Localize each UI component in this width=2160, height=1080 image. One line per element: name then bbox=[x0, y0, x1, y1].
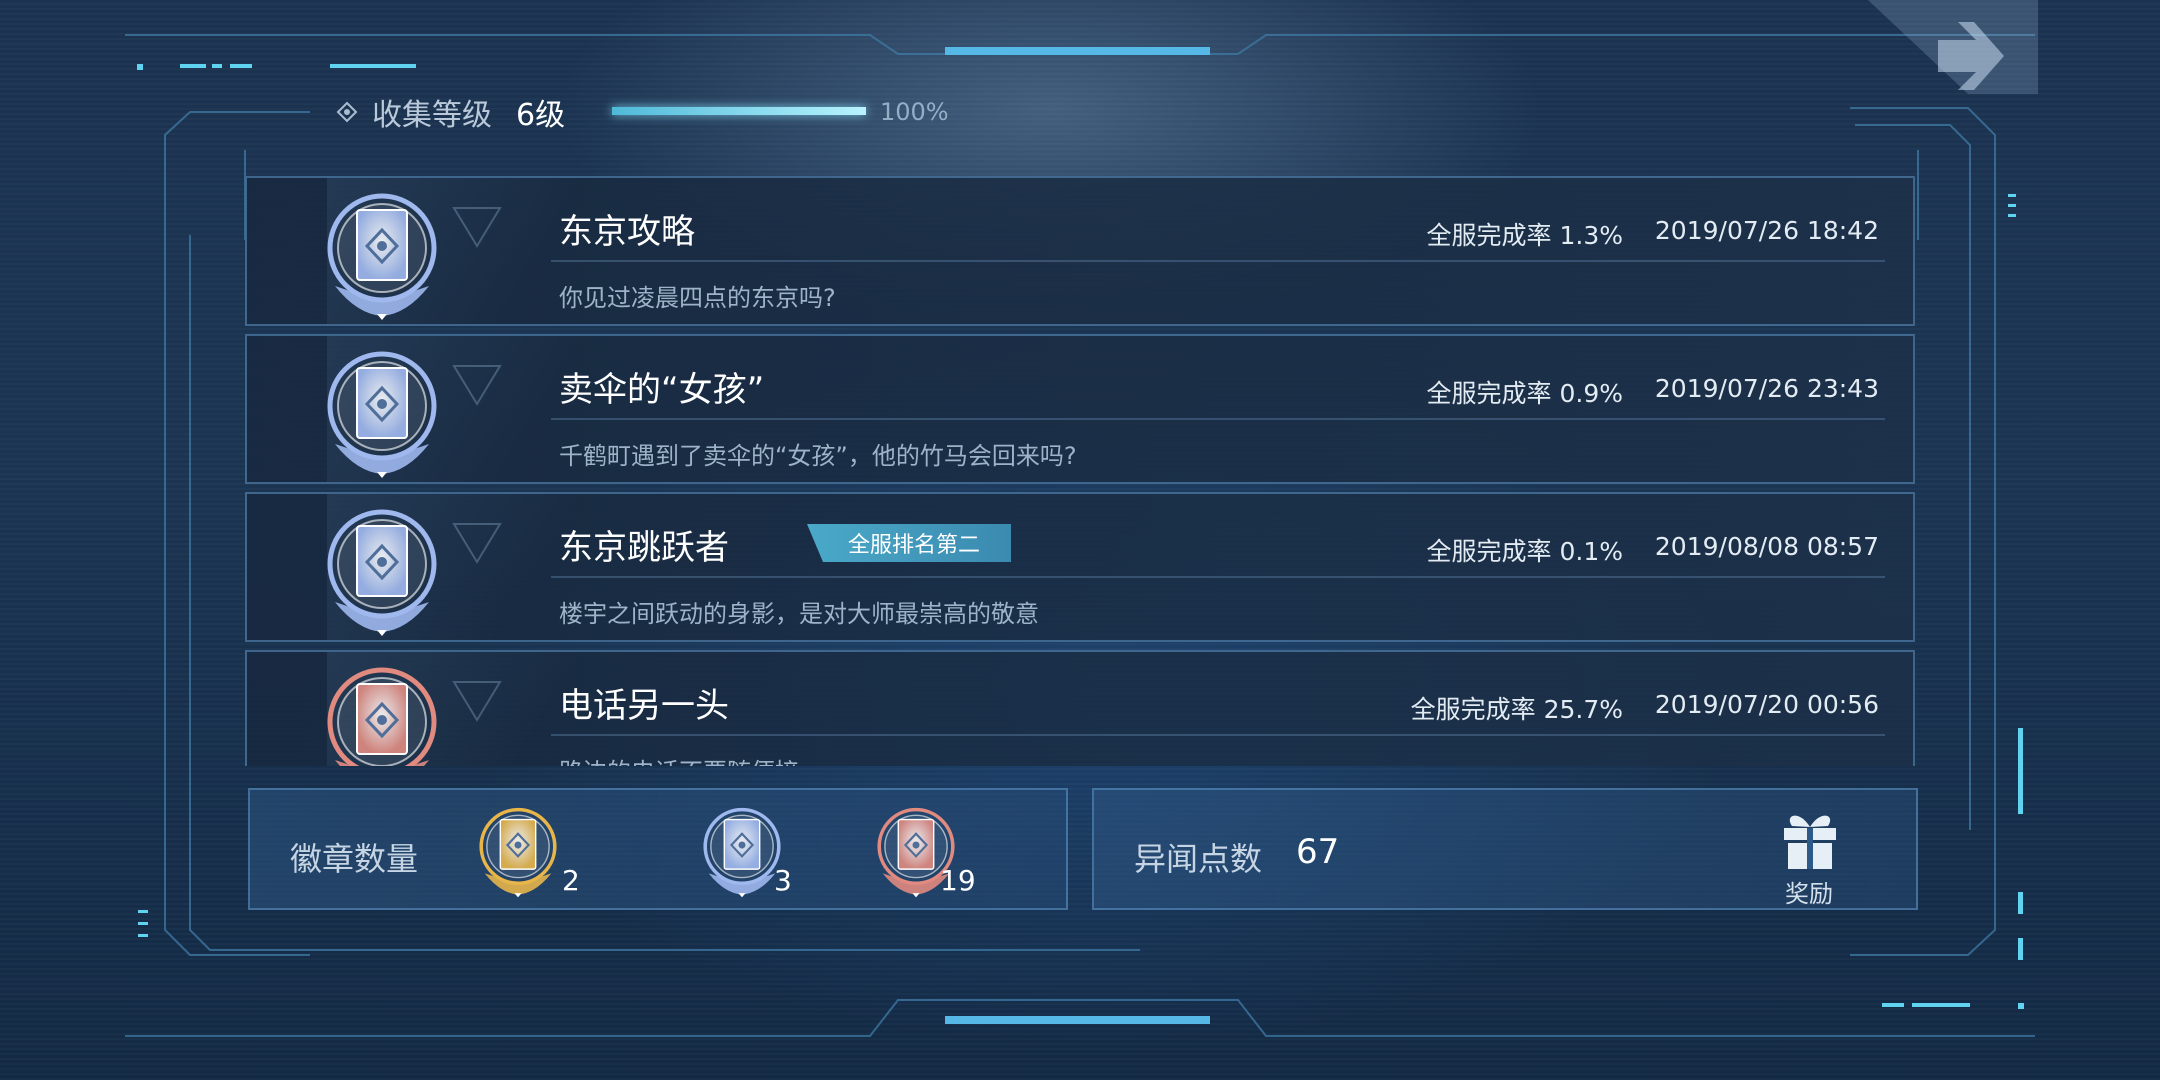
achievement-date: 2019/08/08 08:57 bbox=[1654, 532, 1879, 561]
achievement-completion-rate: 全服完成率 1.3% bbox=[1426, 221, 1623, 250]
diamond-icon bbox=[330, 95, 364, 129]
achievement-title: 东京攻略 bbox=[559, 212, 695, 252]
achievement-card[interactable]: 东京攻略 你见过凌晨四点的东京吗? 全服完成率 1.3% 2019/07/26 … bbox=[245, 176, 1915, 326]
achievement-completion-rate: 全服完成率 0.9% bbox=[1426, 379, 1623, 408]
achievement-description: 你见过凌晨四点的东京吗? bbox=[559, 284, 836, 312]
card-divider bbox=[551, 260, 1885, 262]
badge-count-panel: 徽章数量 2 3 19 bbox=[248, 788, 1068, 910]
achievement-title: 东京跳跃者 bbox=[559, 528, 729, 568]
collection-level-label: 收集等级 bbox=[372, 98, 492, 133]
points-label: 异闻点数 bbox=[1134, 840, 1263, 878]
achievement-card[interactable]: 电话另一头 路边的电话不要随便接 全服完成率 25.7% 2019/07/20 … bbox=[245, 650, 1915, 766]
achievement-list[interactable]: 东京攻略 你见过凌晨四点的东京吗? 全服完成率 1.3% 2019/07/26 … bbox=[245, 176, 1917, 766]
bronze-badge-count: 19 bbox=[940, 864, 976, 897]
silver-badge-icon bbox=[327, 351, 437, 478]
gold-badge-icon bbox=[479, 807, 557, 898]
server-rank-tag: 全服排名第二 bbox=[807, 524, 1011, 562]
silver-badge-count: 3 bbox=[774, 864, 792, 897]
collection-progress-bar bbox=[612, 107, 866, 115]
achievement-description: 路边的电话不要随便接 bbox=[559, 752, 799, 766]
collection-level-value: 6级 bbox=[516, 98, 566, 133]
triangle-mark-icon bbox=[452, 681, 502, 722]
achievement-card[interactable]: 卖伞的“女孩” 千鹤町遇到了卖伞的“女孩”，他的竹马会回来吗? 全服完成率 0.… bbox=[245, 334, 1915, 484]
achievement-completion-rate: 全服完成率 25.7% bbox=[1410, 695, 1623, 724]
achievement-card[interactable]: 东京跳跃者 全服排名第二 楼宇之间跃动的身影，是对大师最崇高的敬意 全服完成率 … bbox=[245, 492, 1915, 642]
card-divider bbox=[551, 734, 1885, 736]
achievement-completion-rate: 全服完成率 0.1% bbox=[1426, 537, 1623, 566]
card-divider bbox=[551, 418, 1885, 420]
silver-badge-icon bbox=[327, 193, 437, 320]
silver-badge-icon bbox=[327, 509, 437, 636]
back-button[interactable] bbox=[1868, 0, 2038, 96]
triangle-mark-icon bbox=[452, 523, 502, 564]
achievement-title: 电话另一头 bbox=[559, 686, 729, 726]
badge-count-label: 徽章数量 bbox=[290, 840, 419, 878]
triangle-mark-icon bbox=[452, 365, 502, 406]
achievement-description: 千鹤町遇到了卖伞的“女孩”，他的竹马会回来吗? bbox=[559, 442, 1077, 470]
reward-button[interactable]: 奖励 bbox=[1754, 806, 1864, 908]
achievement-date: 2019/07/20 00:56 bbox=[1654, 690, 1879, 719]
achievement-date: 2019/07/26 23:43 bbox=[1654, 374, 1879, 403]
achievement-title: 卖伞的“女孩” bbox=[559, 370, 765, 410]
gold-badge-count: 2 bbox=[562, 864, 580, 897]
arrow-right-icon bbox=[1868, 0, 2038, 94]
triangle-mark-icon bbox=[452, 207, 502, 248]
gift-icon bbox=[1784, 815, 1836, 869]
points-value: 67 bbox=[1296, 832, 1340, 872]
achievement-description: 楼宇之间跃动的身影，是对大师最崇高的敬意 bbox=[559, 600, 1039, 628]
achievement-date: 2019/07/26 18:42 bbox=[1654, 216, 1879, 245]
collection-progress-text: 100% bbox=[880, 98, 949, 126]
bronze-badge-icon bbox=[327, 667, 437, 766]
points-panel: 异闻点数 67 奖励 bbox=[1092, 788, 1918, 910]
collection-level-header: 收集等级 6级 bbox=[330, 90, 565, 134]
reward-label: 奖励 bbox=[1785, 880, 1833, 908]
card-divider bbox=[551, 576, 1885, 578]
collection-progress-fill bbox=[612, 107, 866, 115]
